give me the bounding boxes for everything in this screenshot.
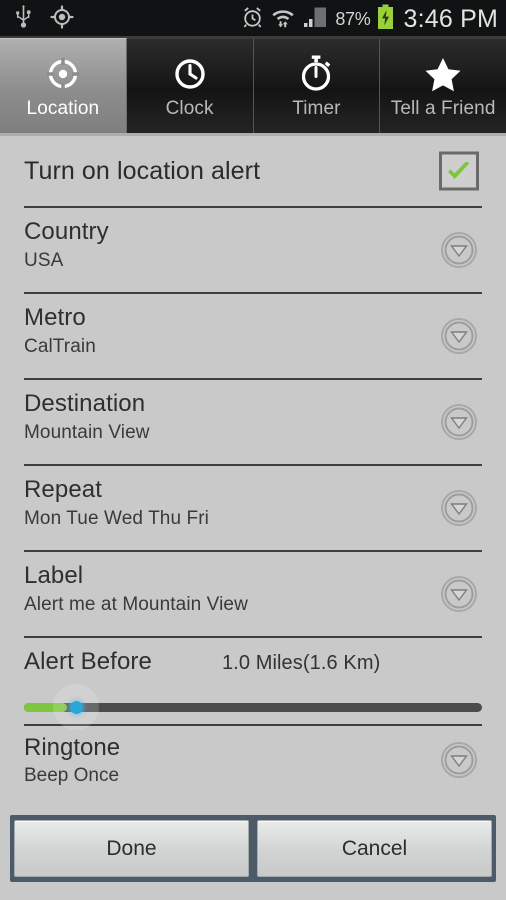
country-chevron-down-icon[interactable] [440,231,478,269]
country-title: Country [24,218,109,245]
status-bar-clock: 3:46 PM [403,4,498,33]
metro-chevron-down-icon[interactable] [440,317,478,355]
battery-percent: 87% [335,8,371,29]
crosshair-icon [44,52,82,96]
gps-icon [50,4,74,34]
tab-clock-label: Clock [165,98,214,119]
row-destination[interactable]: Destination Mountain View [24,380,482,466]
wifi-icon [271,5,295,34]
tab-location-label: Location [26,98,100,119]
repeat-title: Repeat [24,476,102,503]
tab-location[interactable]: Location [0,38,127,133]
alarm-icon [241,5,264,34]
row-location-alert-toggle[interactable]: Turn on location alert [24,136,482,208]
status-bar-right: 87% 3:46 PM [241,4,498,35]
repeat-chevron-down-icon[interactable] [440,489,478,527]
ringtone-value: Beep Once [24,765,120,786]
row-label[interactable]: Label Alert me at Mountain View [24,552,482,638]
alert-before-header: Alert Before 1.0 Miles(1.6 Km) [24,648,482,676]
cancel-button[interactable]: Cancel [257,820,492,877]
destination-value: Mountain View [24,422,150,443]
destination-title: Destination [24,390,146,417]
stopwatch-icon [297,52,335,96]
alert-before-slider[interactable] [24,684,482,730]
tab-clock[interactable]: Clock [126,38,254,133]
row-ringtone[interactable]: Ringtone Beep Once [24,726,482,790]
label-value: Alert me at Mountain View [24,594,248,615]
button-bar-inner: Done Cancel [10,815,496,882]
tab-timer[interactable]: Timer [253,38,381,133]
row-repeat[interactable]: Repeat Mon Tue Wed Thu Fri [24,466,482,552]
usb-icon [14,4,32,34]
tab-timer-label: Timer [292,98,341,119]
signal-bars-icon [302,6,328,33]
clock-icon [171,52,209,96]
location-alert-label: Turn on location alert [24,156,261,185]
label-title: Label [24,562,84,589]
slider-thumb[interactable] [70,701,83,714]
tab-bar: Location Clock Timer Tell a Friend [0,38,506,136]
ringtone-title: Ringtone [24,734,121,761]
alert-before-value: 1.0 Miles(1.6 Km) [221,652,381,674]
star-icon [423,52,463,96]
alert-before-title: Alert Before [24,648,152,675]
tab-tell-a-friend[interactable]: Tell a Friend [380,38,506,133]
done-button[interactable]: Done [14,820,249,877]
row-metro[interactable]: Metro CalTrain [24,294,482,380]
battery-charging-icon [377,4,394,35]
ringtone-chevron-down-icon[interactable] [440,741,478,779]
metro-value: CalTrain [24,336,96,357]
country-value: USA [24,250,64,271]
checkmark-icon [448,161,470,179]
label-chevron-down-icon[interactable] [440,575,478,613]
tab-tell-a-friend-label: Tell a Friend [390,98,496,119]
metro-title: Metro [24,304,86,331]
destination-chevron-down-icon[interactable] [440,403,478,441]
row-alert-before[interactable]: Alert Before 1.0 Miles(1.6 Km) [24,638,482,730]
row-country[interactable]: Country USA [24,208,482,294]
repeat-value: Mon Tue Wed Thu Fri [24,508,209,529]
bottom-button-bar: Done Cancel [0,815,506,900]
status-bar: 87% 3:46 PM [0,0,506,38]
settings-list: Turn on location alert Country USA Metro… [0,136,506,815]
status-bar-left [14,4,74,34]
location-alert-checkbox[interactable] [439,151,479,191]
